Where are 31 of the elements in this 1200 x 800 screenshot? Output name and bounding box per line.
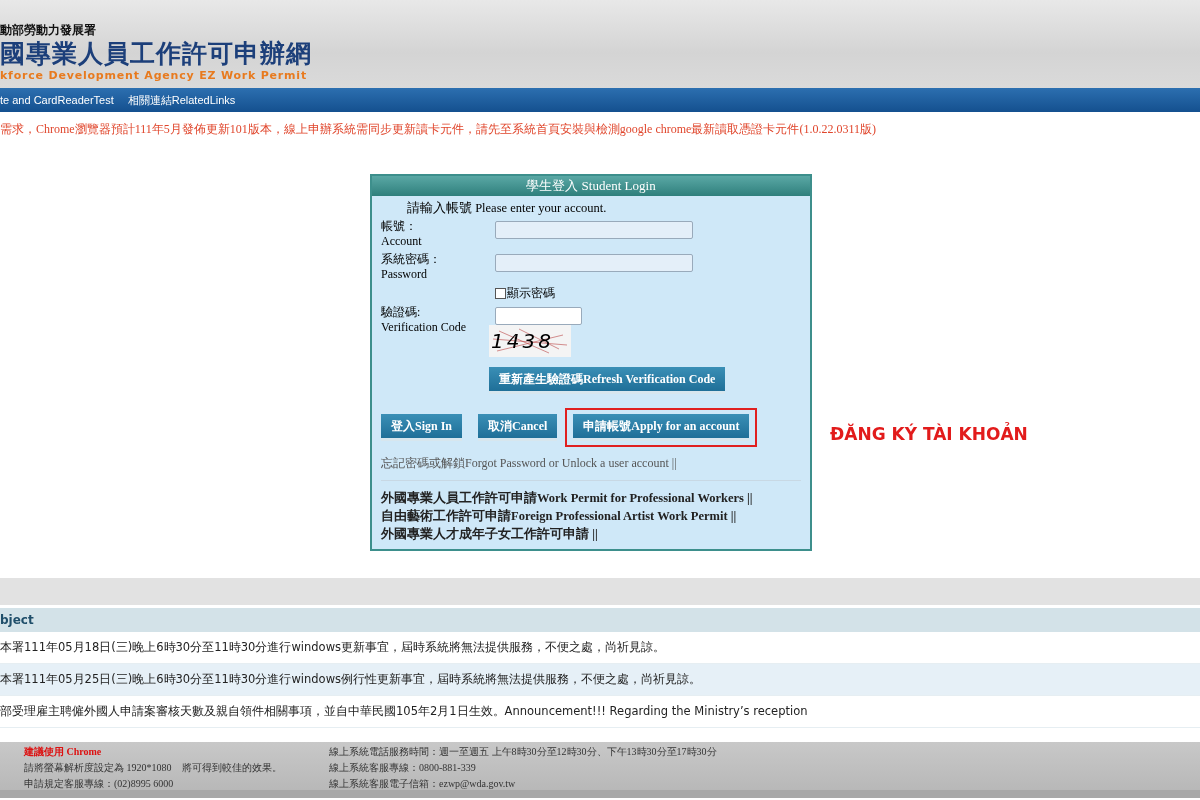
permit-link[interactable]: 外國專業人員工作許可申請Work Permit for Professional Workers || — [381, 489, 801, 507]
footer-text: 線上系統客服專線：0800-881-339 — [329, 761, 477, 775]
action-button[interactable]: 登入Sign In — [381, 414, 463, 441]
footer-text: 線上系統電話服務時間：週一至週五 上午8時30分至12時30分、下午13時30分至17時30分 — [329, 745, 717, 759]
field-label: 帳號： Account — [381, 219, 423, 249]
notice-text: 需求，Chrome瀏覽器預計111年5月發佈更新101版本，線上申辦系統需同步更新讀卡元件，請先至系統首頁安裝與檢測google chrome最新讀取憑證卡元件(1.0.22.0311版) — [0, 121, 877, 138]
action-button[interactable]: 申請帳號Apply for an account — [573, 414, 750, 441]
permit-link[interactable]: 外國專業人才成年子女工作許可申請 || — [381, 525, 801, 543]
column-header: bject — [0, 608, 1200, 632]
site-title: 國專業人員工作許可申辦網 — [0, 39, 313, 69]
nav-link[interactable]: te and CardReaderTest — [0, 94, 114, 106]
action-button[interactable]: 取消Cancel — [478, 414, 558, 441]
panel-title: 學生登入 Student Login — [372, 176, 810, 196]
field-label: 系統密碼： Password — [381, 252, 442, 282]
footer-text: 線上系統客服電子信箱：ezwp@wda.gov.tw — [329, 777, 517, 791]
prompt-text: 請輸入帳號 Please enter your account. — [406, 200, 608, 217]
agency-name: 動部勞動力發展署 — [0, 22, 97, 39]
checkbox-label: 顯示密碼 — [507, 285, 555, 302]
captcha-image: 1438 — [489, 325, 571, 357]
annotation-text: ĐĂNG KÝ TÀI KHOẢN — [830, 424, 1028, 444]
announcement-link[interactable]: 部受理雇主聘僱外國人申請案審核天數及親自領件相關事項，並自中華民國105年2月1日生效。Announcement!!! Regarding the Ministry’s reception — [0, 704, 808, 719]
browser-note: 建議使用 Chrome — [24, 745, 103, 759]
permit-link[interactable]: 自由藝術工作許可申請Foreign Professional Artist Work Permit || — [381, 507, 801, 525]
refresh-button[interactable]: 重新產生驗證碼Refresh Verification Code — [489, 367, 726, 394]
announcement-link[interactable]: 本署111年05月18日(三)晚上6時30分至11時30分進行windows更新事宜，屆時系統將無法提供服務，不便之處，尚祈見諒。 — [0, 640, 666, 655]
site-subtitle: kforce Development Agency EZ Work Permit — [0, 69, 308, 82]
footer-text: 請將螢幕解析度設定為 1920*1080 將可得到較佳的效果。 — [24, 761, 283, 775]
forgot-link[interactable]: 忘記密碼或解鎖Forgot Password or Unlock a user account || — [381, 456, 677, 470]
nav-link[interactable]: 相關連結RelatedLinks — [127, 92, 236, 108]
field-label: 驗證碼: Verification Code — [381, 305, 467, 336]
footer-text: 申請規定客服專線：(02)8995 6000 — [24, 777, 175, 791]
